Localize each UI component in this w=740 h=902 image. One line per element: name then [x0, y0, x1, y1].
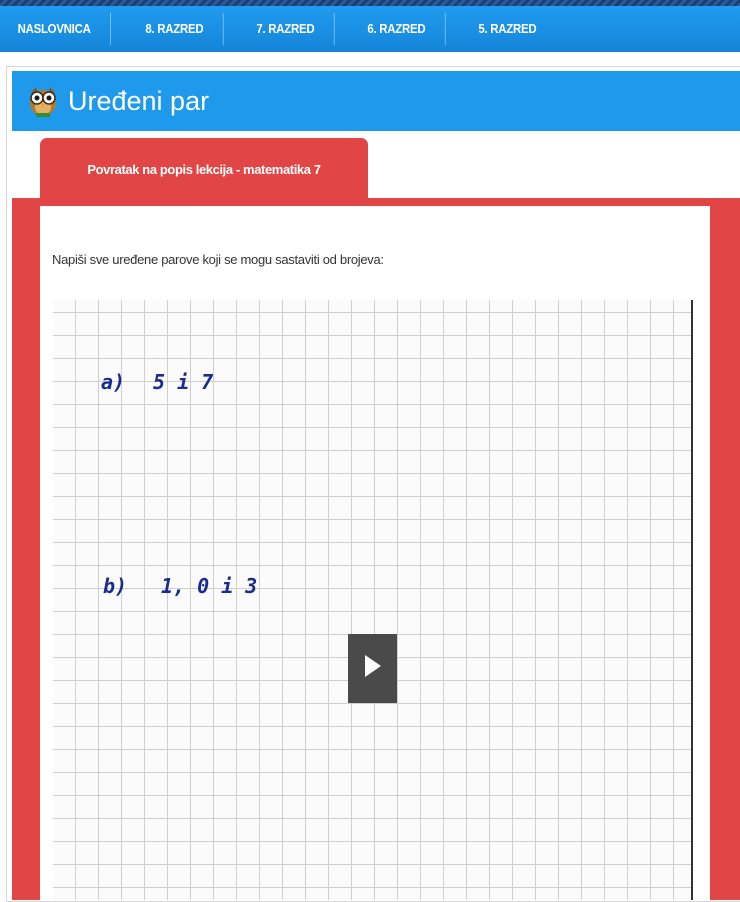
task-a-label: a)	[101, 370, 126, 394]
play-icon	[363, 653, 383, 684]
nav-item-naslovnica[interactable]: NASLOVNICA	[0, 13, 111, 45]
instruction-text: Napiši sve uređene parove koji se mogu s…	[52, 252, 384, 267]
task-a-numbers: 5 i 7	[153, 370, 214, 394]
task-b-label: b)	[103, 574, 128, 598]
task-b-numbers: 1, 0 i 3	[161, 574, 258, 598]
play-button[interactable]	[348, 634, 397, 703]
nav-item-6-razred[interactable]: 6. RAZRED	[348, 13, 446, 45]
nav-item-8-razred[interactable]: 8. RAZRED	[126, 13, 224, 45]
main-nav: NASLOVNICA 8. RAZRED 7. RAZRED 6. RAZRED…	[0, 6, 740, 52]
video-player[interactable]: a) 5 i 7 b) 1, 0 i 3	[53, 300, 693, 900]
title-bar: Uređeni par	[12, 71, 740, 131]
page-title: Uređeni par	[68, 85, 210, 116]
nav-item-5-razred[interactable]: 5. RAZRED	[459, 13, 556, 45]
nav-item-7-razred[interactable]: 7. RAZRED	[237, 13, 335, 45]
owl-icon	[26, 85, 60, 117]
back-to-lessons-tab[interactable]: Povratak na popis lekcija - matematika 7	[40, 138, 368, 200]
